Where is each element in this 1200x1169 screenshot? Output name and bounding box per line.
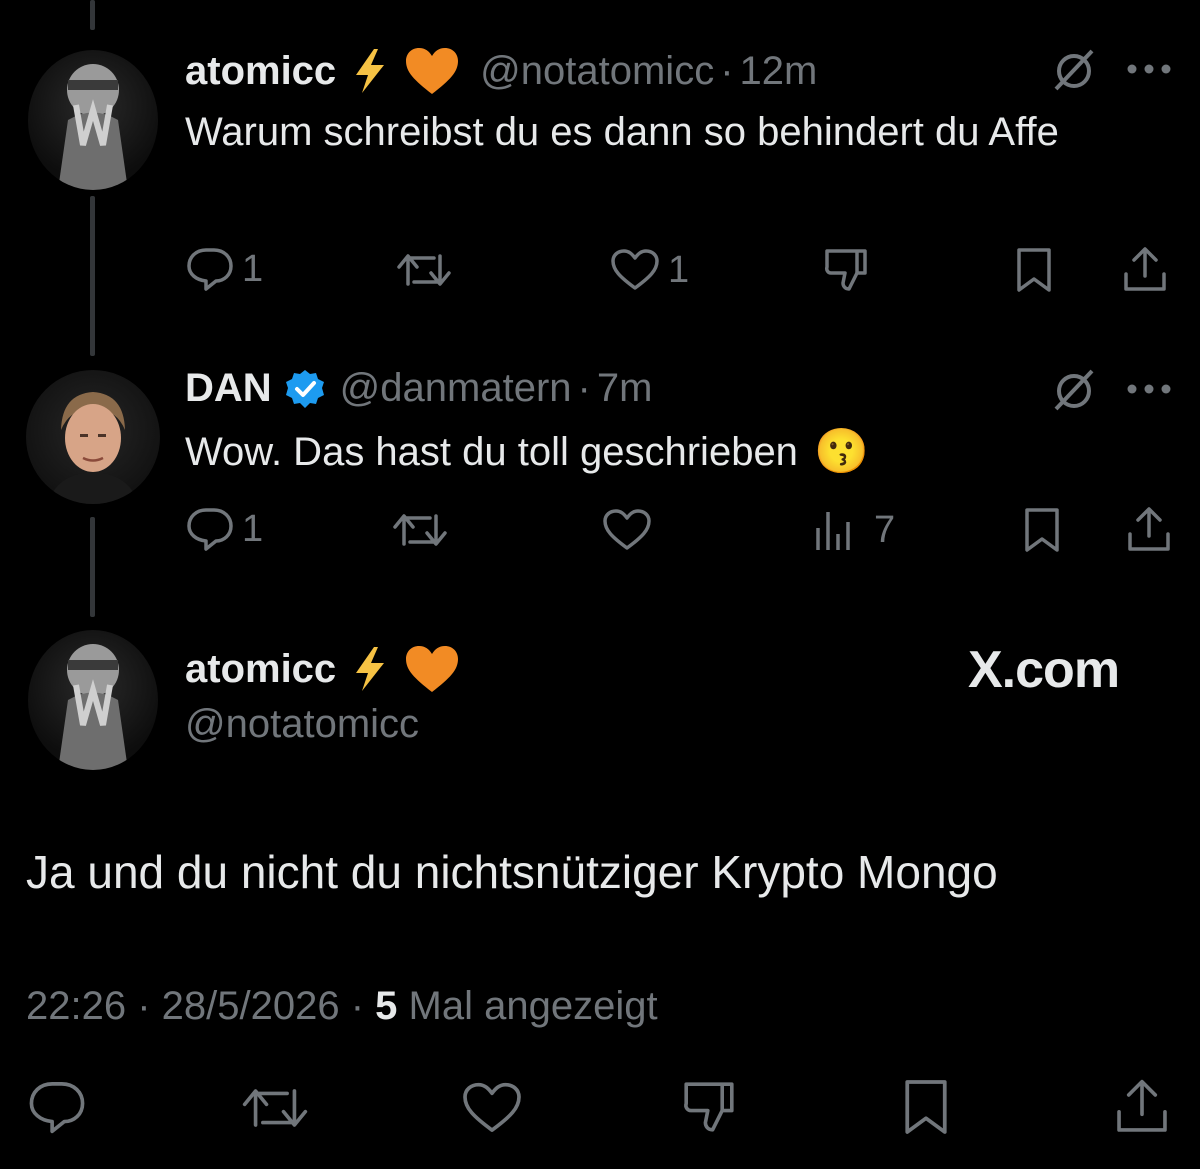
retweet-icon[interactable] bbox=[240, 1080, 310, 1136]
dislike-icon[interactable] bbox=[820, 244, 872, 296]
timestamp[interactable]: 22:26 · 28/5/2026 · bbox=[26, 984, 364, 1028]
main-tweet-text: Ja und du nicht du nichtsnütziger Krypto… bbox=[26, 846, 998, 898]
display-name[interactable]: atomicc bbox=[185, 647, 336, 692]
tweet-text-row: Wow. Das hast du toll geschrieben 😗 bbox=[185, 423, 869, 481]
handle[interactable]: @notatomicc bbox=[185, 702, 419, 747]
reply-count: 1 bbox=[242, 507, 264, 550]
thread-line bbox=[90, 196, 95, 356]
tweet-meta: 22:26 · 28/5/2026 · 5 Mal angezeigt bbox=[26, 984, 658, 1029]
like-count: 1 bbox=[668, 248, 690, 291]
reply-count: 1 bbox=[242, 247, 264, 290]
handle[interactable]: @danmatern bbox=[340, 366, 572, 411]
timestamp[interactable]: 7m bbox=[597, 366, 653, 411]
separator-dot: · bbox=[720, 48, 734, 93]
verified-badge-icon bbox=[284, 368, 326, 410]
share-icon[interactable] bbox=[1112, 1076, 1172, 1138]
tweet-text: Wow. Das hast du toll geschrieben bbox=[185, 430, 798, 474]
share-icon[interactable] bbox=[1124, 504, 1174, 556]
separator-dot: · bbox=[577, 366, 591, 410]
reply-button[interactable]: 1 bbox=[186, 246, 263, 292]
display-name[interactable]: DAN bbox=[185, 366, 272, 411]
more-icon[interactable] bbox=[1124, 56, 1174, 82]
timestamp[interactable]: 12m bbox=[740, 49, 818, 94]
tweet-header: DAN @danmatern · 7m bbox=[185, 366, 652, 411]
grok-icon[interactable] bbox=[1048, 364, 1100, 416]
reply-icon[interactable] bbox=[26, 1078, 88, 1136]
views-count: 7 bbox=[874, 508, 896, 551]
tweet-header: atomicc @notatomicc · 12m bbox=[185, 46, 817, 96]
bookmark-icon[interactable] bbox=[1020, 504, 1064, 556]
orange-heart-icon bbox=[404, 644, 460, 694]
handle[interactable]: @notatomicc bbox=[480, 49, 714, 94]
main-tweet-header: atomicc bbox=[185, 644, 460, 694]
lightning-icon bbox=[348, 47, 392, 95]
share-icon[interactable] bbox=[1120, 244, 1170, 296]
avatar[interactable] bbox=[26, 370, 160, 504]
lightning-icon bbox=[348, 645, 392, 693]
bookmark-icon[interactable] bbox=[898, 1076, 954, 1138]
reply-button[interactable]: 1 bbox=[186, 506, 263, 552]
like-icon[interactable] bbox=[460, 1080, 524, 1136]
retweet-button[interactable] bbox=[396, 248, 452, 292]
display-name[interactable]: atomicc bbox=[185, 49, 336, 94]
tweet-text: Warum schreibst du es dann so behindert … bbox=[185, 110, 1059, 154]
bookmark-icon[interactable] bbox=[1012, 244, 1056, 296]
avatar[interactable] bbox=[28, 50, 158, 190]
grok-icon[interactable] bbox=[1048, 44, 1100, 96]
x-com-watermark: X.com bbox=[968, 641, 1120, 699]
thread-line bbox=[90, 0, 95, 30]
dislike-icon[interactable] bbox=[678, 1076, 740, 1138]
views-label: Mal angezeigt bbox=[408, 984, 658, 1028]
views-count: 5 bbox=[375, 984, 398, 1028]
like-button[interactable]: 1 bbox=[610, 248, 689, 292]
thread-line bbox=[90, 517, 95, 617]
like-button[interactable] bbox=[602, 508, 652, 552]
kissing-face-emoji: 😗 bbox=[813, 427, 869, 476]
orange-heart-icon bbox=[404, 46, 460, 96]
views-button[interactable]: 7 bbox=[814, 508, 895, 552]
avatar[interactable] bbox=[28, 630, 158, 770]
retweet-button[interactable] bbox=[392, 508, 448, 552]
more-icon[interactable] bbox=[1124, 376, 1174, 402]
